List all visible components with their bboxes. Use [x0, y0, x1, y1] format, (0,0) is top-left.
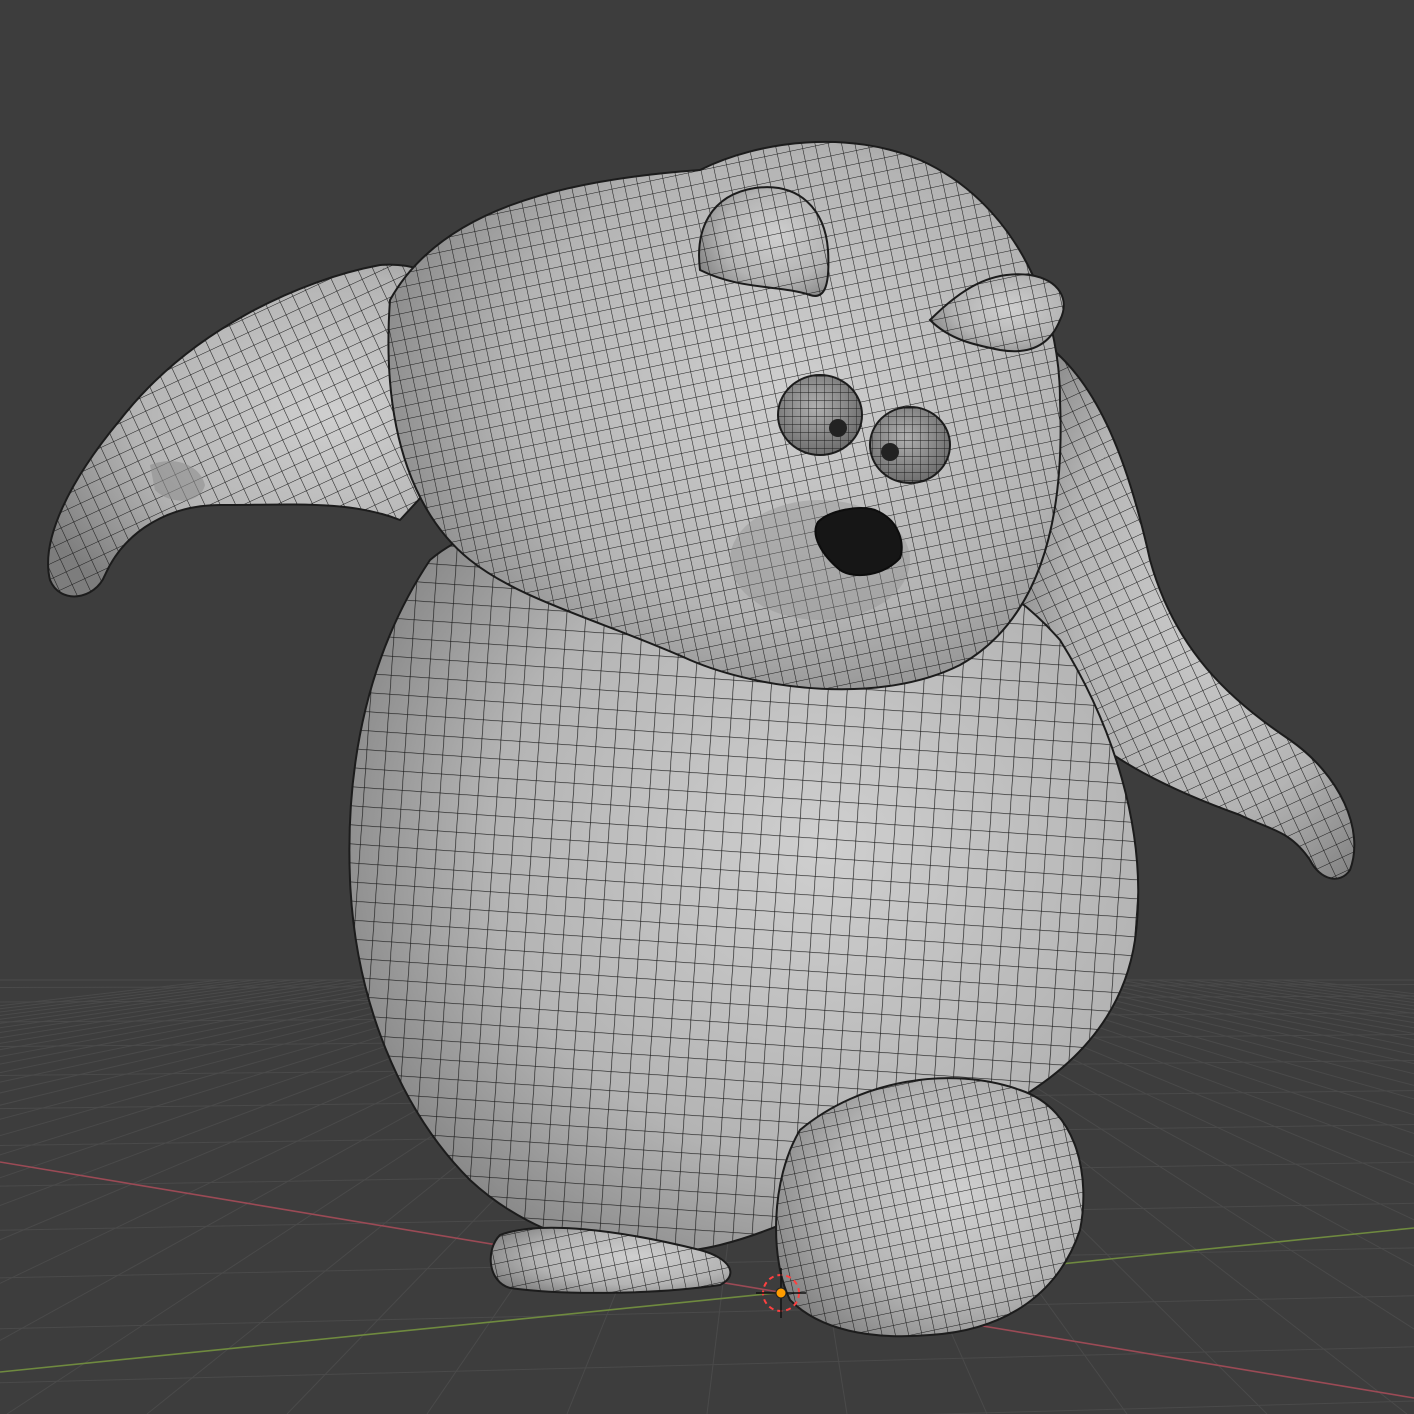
left-eye — [777, 374, 863, 456]
right-leg — [775, 1077, 1085, 1338]
grid-line — [1173, 979, 1414, 1019]
right-eye — [869, 406, 951, 484]
grid-line — [1029, 979, 1414, 1075]
viewport-canvas[interactable] — [0, 0, 1414, 1414]
grid-line — [1155, 979, 1414, 1024]
object-origin-icon — [775, 1287, 787, 1299]
3d-viewport[interactable] — [0, 0, 1414, 1414]
y-axis-line — [0, 1227, 1414, 1373]
bear-mesh[interactable] — [47, 140, 1356, 1338]
grid-line — [1047, 979, 1414, 1065]
grid-line — [1137, 979, 1414, 1029]
grid-line — [0, 1346, 1414, 1384]
